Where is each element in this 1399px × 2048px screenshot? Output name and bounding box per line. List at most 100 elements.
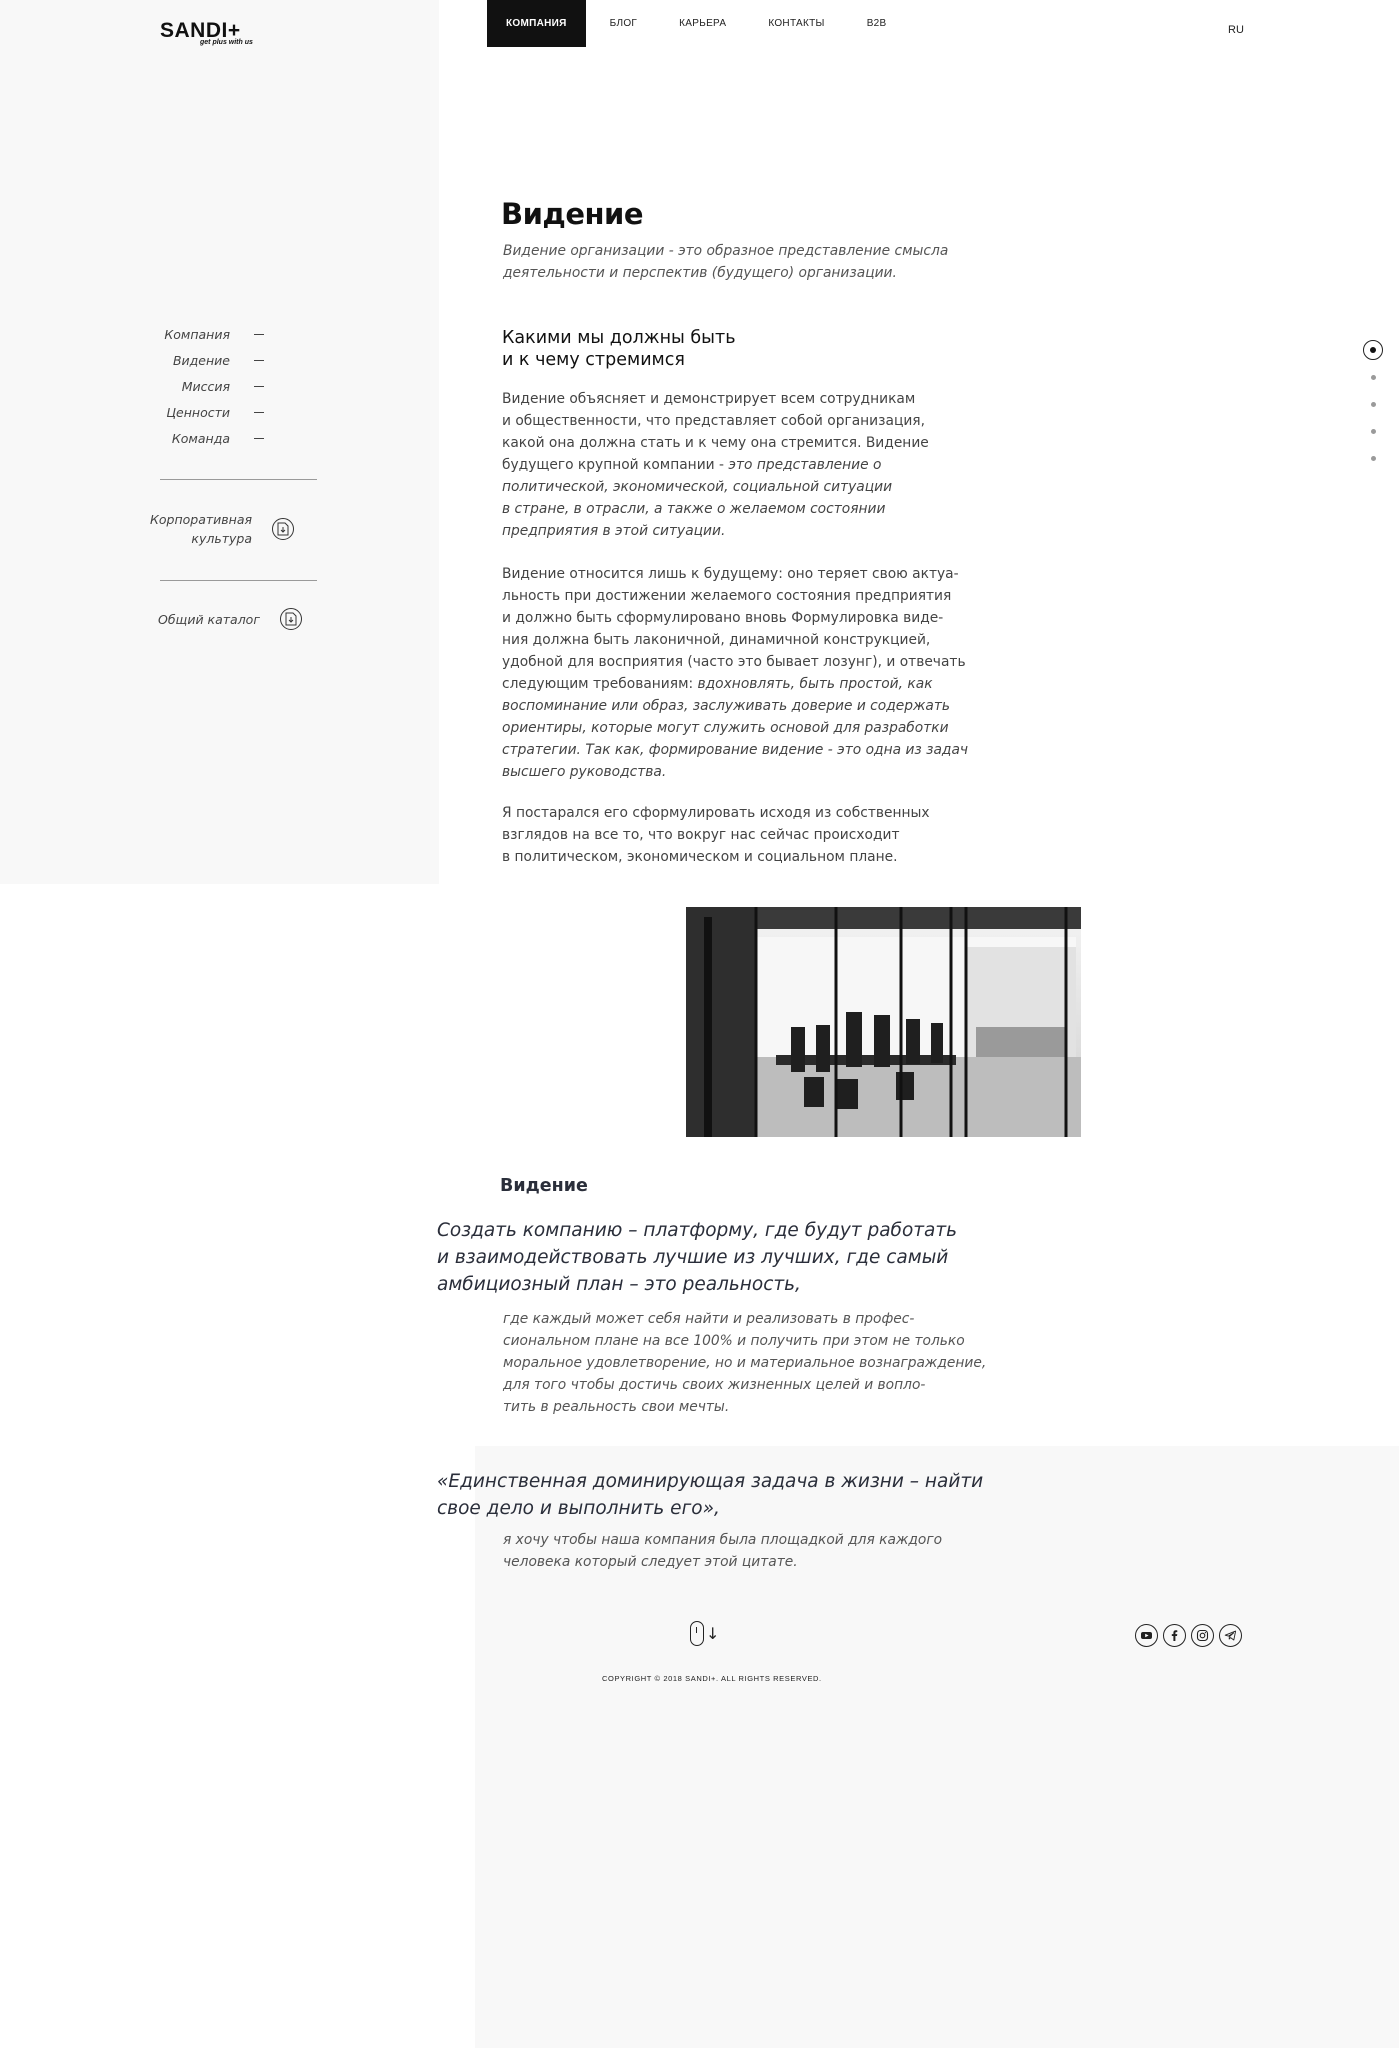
paragraph-1: Видение объясняет и демонстрирует всем с… (502, 388, 972, 542)
doc-label-line: Корпоративная (150, 512, 252, 527)
corporate-culture-link[interactable]: Корпоративная культура (150, 510, 294, 548)
nav-item-b2b[interactable]: B2B (843, 0, 911, 47)
text-line: стратегии. Так как, формирование видение… (502, 742, 969, 758)
text-span: будущего крупной компании - (502, 457, 729, 473)
text-span: это представление о (728, 457, 882, 473)
text-line: какой она должна стать и к чему она стре… (502, 435, 929, 451)
sidebar-divider (160, 580, 317, 581)
text-line: в политическом, экономическом и социальн… (502, 849, 898, 865)
nav-item-company[interactable]: КОМПАНИЯ (487, 0, 586, 47)
office-photo (686, 907, 1081, 1137)
section-dot[interactable] (1370, 375, 1376, 380)
text-line: Видение относится лишь к будущему: оно т… (502, 566, 959, 582)
text-line: Видение объясняет и демонстрирует всем с… (502, 391, 916, 407)
text-line: для того чтобы достичь своих жизненных ц… (503, 1377, 926, 1393)
copyright-text: COPYRIGHT © 2018 SANDI+. ALL RIGHTS RESE… (602, 1674, 822, 1683)
text-line: моральное удовлетворение, но и материаль… (503, 1355, 987, 1371)
quote-line: Создать компанию – платформу, где будут … (437, 1220, 958, 1241)
text-line: я хочу чтобы наша компания была площадко… (503, 1532, 943, 1548)
section-pager (1363, 340, 1383, 461)
quote-line: амбициозный план – это реальность, (437, 1274, 801, 1295)
section-dot[interactable] (1370, 429, 1376, 434)
paragraph-2: Видение относится лишь к будущему: оно т… (502, 563, 972, 783)
vision-quote: Создать компанию – платформу, где будут … (437, 1217, 997, 1298)
language-switcher[interactable]: RU (1228, 24, 1244, 36)
quote-line: свое дело и выполнить его», (437, 1498, 720, 1519)
text-line: льность при достижении желаемого состоян… (502, 588, 952, 604)
heading-line: и к чему стремимся (502, 350, 685, 370)
section-dot-active[interactable] (1363, 340, 1383, 360)
document-icon (272, 518, 294, 540)
page-subtitle: Видение организации - это образное предс… (503, 240, 973, 284)
nav-item-blog[interactable]: БЛОГ (592, 0, 656, 47)
sidebar-item-values[interactable]: Ценности (120, 400, 264, 426)
sidebar-item-label: Видение (172, 352, 230, 368)
text-line: и общественности, что представляет собой… (502, 413, 925, 429)
logo-tagline: get plus with us (200, 39, 253, 46)
text-line: ния должна быть лаконичной, динамичной к… (502, 632, 931, 648)
text-line: человека который следует этой цитате. (503, 1554, 798, 1570)
text-line: Я постарался его сформулировать исходя и… (502, 805, 930, 821)
life-quote: «Единственная доминирующая задача в жизн… (437, 1468, 997, 1522)
quote-line: и взаимодействовать лучшие из лучших, гд… (437, 1247, 949, 1268)
sidebar-nav: Компания Видение Миссия Ценности Команда (120, 321, 264, 452)
dash-icon (254, 412, 264, 414)
life-quote-text: я хочу чтобы наша компания была площадко… (503, 1529, 1003, 1573)
general-catalog-link[interactable]: Общий каталог (158, 608, 302, 630)
social-links (1135, 1624, 1242, 1647)
sidebar-item-label: Компания (164, 326, 230, 342)
section-dot[interactable] (1370, 456, 1376, 461)
sidebar-item-label: Миссия (181, 378, 230, 394)
text-span: вдохновлять, быть простой, как (697, 676, 933, 692)
arrow-down-icon: ↓ (706, 1623, 720, 1643)
text-line: ориентиры, которые могут служить основой… (502, 720, 949, 736)
text-line: удобной для восприятия (часто это бывает… (502, 654, 966, 670)
sidebar-item-company[interactable]: Компания (120, 321, 264, 347)
general-catalog-label: Общий каталог (158, 611, 260, 627)
text-line: тить в реальность свои мечты. (503, 1399, 730, 1415)
sidebar-item-team[interactable]: Команда (120, 426, 264, 452)
text-line: где каждый может себя найти и реализоват… (503, 1311, 915, 1327)
nav-item-contacts[interactable]: КОНТАКТЫ (750, 0, 842, 47)
text-line: сиональном плане на все 100% и получить … (503, 1333, 965, 1349)
text-span: следующим требованиям: (502, 676, 698, 692)
text-line: следующим требованиям: вдохновлять, быть… (502, 673, 972, 695)
dash-icon (254, 359, 264, 361)
text-line: взглядов на все то, что вокруг нас сейча… (502, 827, 900, 843)
text-line: предприятия в этой ситуации. (502, 523, 726, 539)
sidebar-item-vision[interactable]: Видение (120, 347, 264, 373)
text-line: будущего крупной компании - это представ… (502, 454, 972, 476)
vision-quote-text: где каждый может себя найти и реализоват… (503, 1308, 1003, 1418)
document-icon (279, 608, 302, 630)
mouse-scroll-icon[interactable]: ↓ (690, 1621, 719, 1646)
telegram-icon[interactable] (1219, 1624, 1242, 1647)
text-line: политической, экономической, социальной … (502, 479, 893, 495)
subtitle-line: деятельности и перспектив (будущего) орг… (503, 265, 897, 281)
section-heading: Какими мы должны быть и к чему стремимся (502, 327, 862, 371)
doc-label-line: культура (191, 531, 252, 546)
sidebar-item-label: Ценности (166, 405, 230, 421)
text-line: высшего руководства. (502, 764, 667, 780)
quote-line: «Единственная доминирующая задача в жизн… (437, 1471, 984, 1492)
subtitle-line: Видение организации - это образное предс… (503, 243, 949, 259)
text-line: и должно быть сформулировано вновь Форму… (502, 610, 944, 626)
instagram-icon[interactable] (1191, 1624, 1214, 1647)
sidebar-item-label: Команда (171, 431, 230, 447)
nav-item-career[interactable]: КАРЬЕРА (655, 0, 750, 47)
facebook-icon[interactable] (1163, 1624, 1186, 1647)
sidebar-divider (160, 479, 317, 480)
logo[interactable]: SANDI+ get plus with us (160, 20, 270, 47)
main-nav: КОМПАНИЯ БЛОГ КАРЬЕРА КОНТАКТЫ B2B (487, 0, 911, 47)
mouse-icon (690, 1621, 704, 1646)
dash-icon (254, 385, 264, 387)
heading-line: Какими мы должны быть (502, 328, 736, 348)
sidebar-item-mission[interactable]: Миссия (120, 373, 264, 399)
vision-label: Видение (500, 1176, 588, 1196)
section-dot[interactable] (1370, 402, 1376, 407)
corporate-culture-label: Корпоративная культура (150, 510, 252, 548)
dash-icon (254, 438, 264, 440)
text-line: в стране, в отрасли, а также о желаемом … (502, 501, 886, 517)
youtube-icon[interactable] (1135, 1624, 1158, 1647)
text-line: воспоминание или образ, заслуживать дове… (502, 698, 951, 714)
paragraph-3: Я постарался его сформулировать исходя и… (502, 802, 972, 868)
